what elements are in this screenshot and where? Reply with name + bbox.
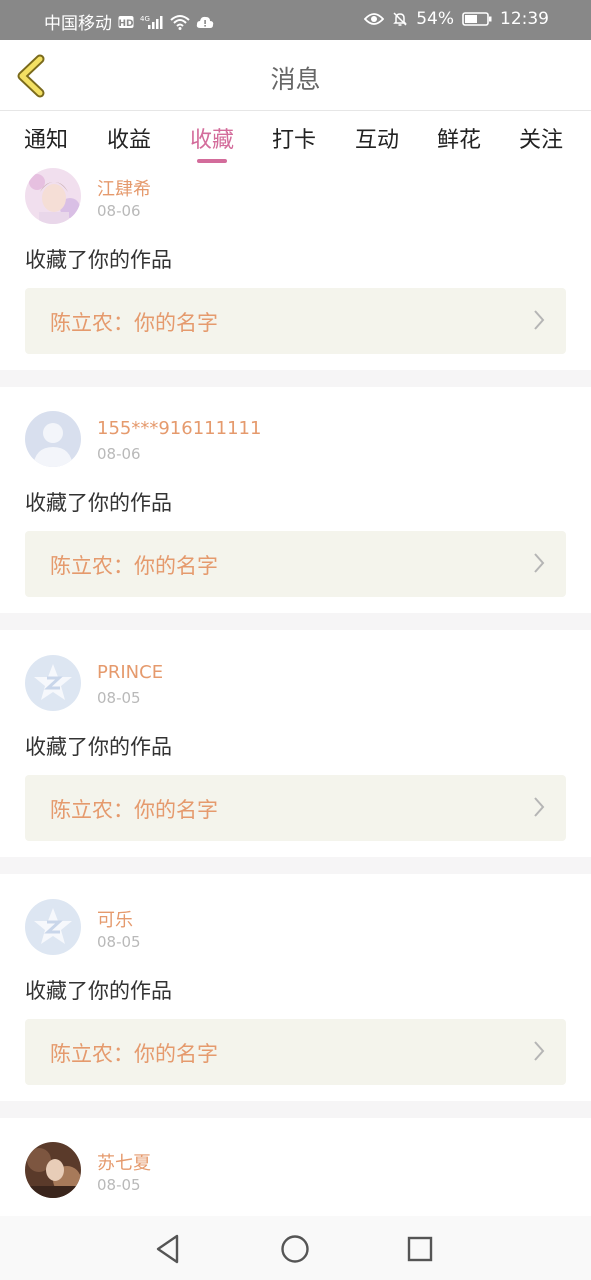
message-date: 08-06: [97, 445, 141, 463]
avatar[interactable]: [25, 1142, 81, 1198]
tab-checkin[interactable]: 打卡: [272, 122, 316, 154]
work-link[interactable]: 陈立农：你的名字: [25, 775, 566, 841]
square-recents-icon: [407, 1236, 433, 1262]
chevron-right-icon: [534, 797, 545, 817]
message-text: 收藏了你的作品: [25, 735, 172, 759]
message-date: 08-05: [97, 1176, 141, 1194]
mute-bell-icon: [392, 11, 408, 27]
tab-bar: 通知 收益 收藏 打卡 互动 鲜花 关注: [0, 112, 591, 168]
user-name[interactable]: PRINCE: [97, 662, 163, 683]
nav-recents-button[interactable]: [403, 1232, 437, 1266]
wifi-icon: [170, 14, 190, 30]
hd-icon: HD: [118, 15, 134, 29]
message-date: 08-06: [97, 202, 141, 220]
battery-icon: [462, 11, 492, 27]
message-item: 江肆希 08-06 收藏了你的作品 陈立农：你的名字: [0, 168, 591, 370]
user-name[interactable]: 155***916111111: [97, 418, 261, 439]
active-tab-indicator: [197, 159, 227, 163]
message-item: 可乐 08-05 收藏了你的作品 陈立农：你的名字: [0, 874, 591, 1101]
tab-interaction[interactable]: 互动: [355, 122, 399, 154]
message-date: 08-05: [97, 933, 141, 951]
user-name[interactable]: 可乐: [97, 906, 133, 932]
message-item: PRINCE 08-05 收藏了你的作品 陈立农：你的名字: [0, 630, 591, 857]
tab-notification[interactable]: 通知: [24, 122, 68, 154]
eye-icon: [364, 12, 385, 26]
message-text: 收藏了你的作品: [25, 248, 172, 272]
work-link[interactable]: 陈立农：你的名字: [25, 531, 566, 597]
message-text: 收藏了你的作品: [25, 979, 172, 1003]
work-link[interactable]: 陈立农：你的名字: [25, 288, 566, 354]
avatar[interactable]: [25, 899, 81, 955]
avatar[interactable]: [25, 655, 81, 711]
work-title: 陈立农：你的名字: [50, 798, 218, 822]
work-title: 陈立农：你的名字: [50, 1042, 218, 1066]
status-right: 54% 12:39: [364, 9, 549, 29]
svg-text:HD: HD: [118, 19, 133, 29]
tab-favorites[interactable]: 收藏: [190, 122, 234, 154]
message-item: 苏七夏 08-05: [0, 1118, 591, 1216]
system-nav-bar: [0, 1216, 591, 1280]
cloud-alert-icon: [196, 15, 214, 29]
chevron-right-icon: [534, 553, 545, 573]
message-item: 155***916111111 08-06 收藏了你的作品 陈立农：你的名字: [0, 387, 591, 613]
chevron-right-icon: [534, 310, 545, 330]
app-header: 消息: [0, 40, 591, 111]
work-title: 陈立农：你的名字: [50, 554, 218, 578]
divider: [0, 857, 591, 874]
carrier-label: 中国移动: [44, 14, 112, 34]
nav-home-button[interactable]: [278, 1232, 312, 1266]
work-title: 陈立农：你的名字: [50, 311, 218, 335]
avatar[interactable]: [25, 168, 81, 224]
message-date: 08-05: [97, 689, 141, 707]
triangle-back-icon: [156, 1234, 179, 1264]
avatar[interactable]: [25, 411, 81, 467]
circle-home-icon: [281, 1235, 309, 1263]
status-left: 中国移动 HD 4G: [44, 9, 214, 34]
message-text: 收藏了你的作品: [25, 491, 172, 515]
user-name[interactable]: 苏七夏: [97, 1149, 151, 1175]
tab-earnings[interactable]: 收益: [107, 122, 151, 154]
chevron-right-icon: [534, 1041, 545, 1061]
battery-percent: 54%: [416, 9, 454, 29]
tab-flowers[interactable]: 鲜花: [437, 122, 481, 154]
tab-follow[interactable]: 关注: [519, 122, 563, 154]
divider: [0, 370, 591, 387]
user-name[interactable]: 江肆希: [97, 175, 151, 201]
clock: 12:39: [500, 9, 549, 29]
page-title: 消息: [270, 65, 321, 94]
work-link[interactable]: 陈立农：你的名字: [25, 1019, 566, 1085]
nav-back-button[interactable]: [152, 1232, 186, 1266]
signal-icon: 4G: [140, 14, 164, 30]
svg-text:4G: 4G: [140, 15, 150, 23]
status-bar: 中国移动 HD 4G 54% 12:39: [0, 0, 591, 40]
divider: [0, 1101, 591, 1118]
divider: [0, 613, 591, 630]
